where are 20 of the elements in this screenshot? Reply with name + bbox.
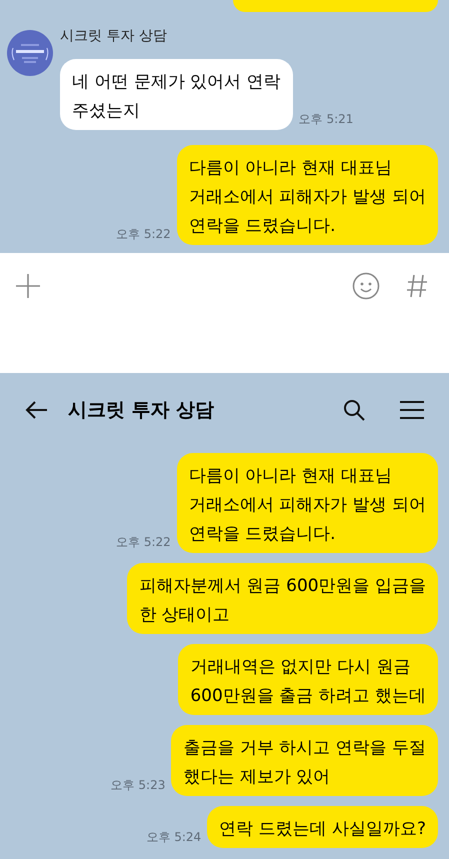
search-icon[interactable] — [343, 399, 365, 421]
message-time: 오후 5:24 — [146, 829, 202, 846]
message-time: 오후 5:23 — [110, 777, 166, 794]
hashtag-icon[interactable] — [406, 274, 428, 298]
message-bubble: 다름이 아니라 현재 대표님 거래소에서 피해자가 발생 되어 연락을 드렸습니다. — [176, 145, 438, 245]
message-bubble: 네 어떤 문제가 있어서 연락 주셨는지 — [60, 59, 293, 130]
message-time: 오후 5:22 — [116, 226, 171, 243]
message-bubble: 다름이 아니라 현재 대표님 거래소에서 피해자가 발생 되어 연락을 드렸습니다. — [176, 453, 438, 553]
chat-title: 시크릿 투자 상담 — [68, 398, 216, 423]
plus-icon[interactable] — [15, 273, 41, 299]
menu-icon[interactable] — [399, 400, 425, 420]
message-bubble: 피해자분께서 원금 600만원을 입금을 한 상태이고 — [127, 563, 438, 634]
message-bubble: 출금을 거부 하시고 연락을 두절 했다는 제보가 있어 — [171, 725, 438, 796]
sender-name: 시크릿 투자 상담 — [60, 27, 168, 46]
message-time: 오후 5:22 — [116, 534, 171, 551]
back-arrow-icon[interactable] — [24, 400, 48, 420]
emoji-icon[interactable] — [352, 272, 380, 300]
message-time: 오후 5:21 — [298, 111, 354, 128]
message-bubble: 거래내역은 없지만 다시 원금 600만원을 출금 하려고 했는데 — [178, 644, 438, 715]
message-bubble: 연락 드렸는데 사실일까요? — [207, 806, 438, 848]
